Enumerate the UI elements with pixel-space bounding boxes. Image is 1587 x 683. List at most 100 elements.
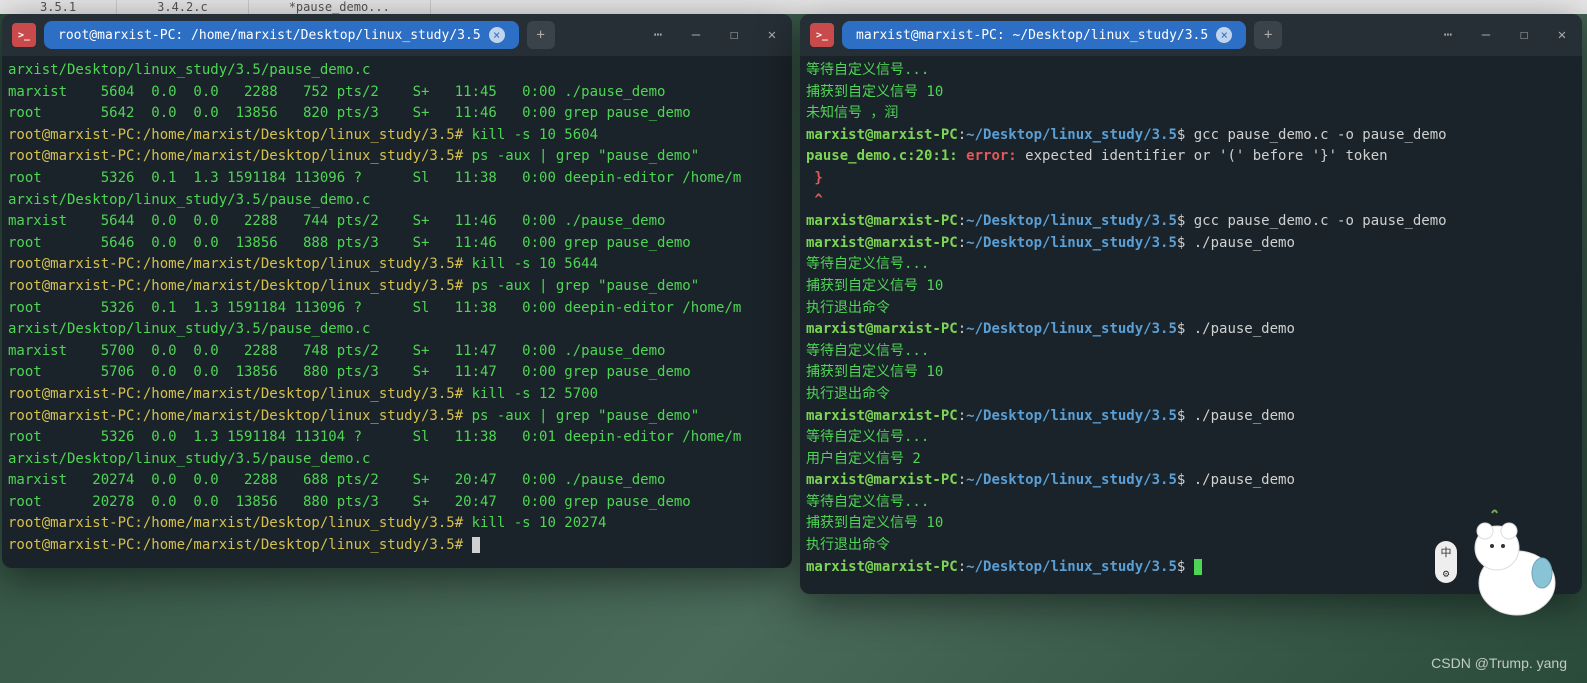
terminal-line: marxist 5644 0.0 0.0 2288 744 pts/2 S+ 1… bbox=[8, 211, 786, 233]
terminal-line: root@marxist-PC:/home/marxist/Desktop/li… bbox=[8, 125, 786, 147]
terminal-line: marxist@marxist-PC:~/Desktop/linux_study… bbox=[806, 557, 1576, 579]
watermark: CSDN @Trump. yang bbox=[1431, 655, 1567, 671]
terminal-line: 捕获到自定义信号 10 bbox=[806, 82, 1576, 104]
minimize-icon[interactable]: — bbox=[1476, 25, 1496, 45]
add-tab-button[interactable]: + bbox=[527, 21, 555, 49]
terminal-text: marxist@marxist-PC bbox=[806, 235, 958, 251]
terminal-text: expected identifier or '(' before '}' to… bbox=[1017, 148, 1388, 164]
terminal-line: 执行退出命令 bbox=[806, 535, 1576, 557]
ime-settings-icon: ⚙ bbox=[1443, 567, 1450, 580]
terminal-window-left: root@marxist-PC: /home/marxist/Desktop/l… bbox=[2, 14, 792, 568]
close-icon[interactable]: ✕ bbox=[762, 25, 782, 45]
terminal-line: 用户自定义信号 2 bbox=[806, 449, 1576, 471]
terminal-text: ^ bbox=[806, 192, 823, 208]
terminal-text: root 5326 0.1 1.3 1591184 113096 ? Sl 11… bbox=[8, 170, 741, 186]
terminal-text: pause_demo.c:20:1: bbox=[806, 148, 966, 164]
terminal-text: : bbox=[958, 321, 966, 337]
terminal-text: root@marxist-PC:/home/marxist/Desktop/li… bbox=[8, 256, 463, 272]
terminal-line: 等待自定义信号... bbox=[806, 427, 1576, 449]
terminal-text: kill -s 10 5604 bbox=[463, 127, 598, 143]
terminal-text: root 5706 0.0 0.0 13856 880 pts/3 S+ 11:… bbox=[8, 364, 691, 380]
terminal-text: $ gcc pause_demo.c -o pause_demo bbox=[1177, 213, 1447, 229]
terminal-line: 等待自定义信号... bbox=[806, 341, 1576, 363]
tab-label[interactable]: root@marxist-PC: /home/marxist/Desktop/l… bbox=[44, 21, 519, 49]
terminal-line: marxist@marxist-PC:~/Desktop/linux_study… bbox=[806, 470, 1576, 492]
terminal-line: 执行退出命令 bbox=[806, 298, 1576, 320]
terminal-line: root@marxist-PC:/home/marxist/Desktop/li… bbox=[8, 384, 786, 406]
terminal-text: : bbox=[958, 472, 966, 488]
tab-label[interactable]: marxist@marxist-PC: ~/Desktop/linux_stud… bbox=[842, 21, 1246, 49]
terminal-text: $ ./pause_demo bbox=[1177, 321, 1295, 337]
terminal-line: root 5646 0.0 0.0 13856 888 pts/3 S+ 11:… bbox=[8, 233, 786, 255]
terminal-text: error: bbox=[966, 148, 1017, 164]
terminal-line: marxist 5604 0.0 0.0 2288 752 pts/2 S+ 1… bbox=[8, 82, 786, 104]
bg-tab: 3.4.2.c bbox=[117, 0, 249, 14]
terminal-text: 捕获到自定义信号 10 bbox=[806, 515, 943, 531]
maximize-icon[interactable]: ☐ bbox=[724, 25, 744, 45]
terminal-line: root@marxist-PC:/home/marxist/Desktop/li… bbox=[8, 513, 786, 535]
terminal-text: $ ./pause_demo bbox=[1177, 235, 1295, 251]
terminal-line: 执行退出命令 bbox=[806, 384, 1576, 406]
terminal-text: 等待自定义信号... bbox=[806, 343, 929, 359]
terminal-body[interactable]: 等待自定义信号...捕获到自定义信号 10未知信号 ，润marxist@marx… bbox=[800, 56, 1582, 582]
terminal-text: arxist/Desktop/linux_study/3.5/pause_dem… bbox=[8, 192, 370, 208]
titlebar[interactable]: root@marxist-PC: /home/marxist/Desktop/l… bbox=[2, 14, 792, 56]
terminal-line: root@marxist-PC:/home/marxist/Desktop/li… bbox=[8, 146, 786, 168]
terminal-text: marxist 5700 0.0 0.0 2288 748 pts/2 S+ 1… bbox=[8, 343, 665, 359]
terminal-line: root@marxist-PC:/home/marxist/Desktop/li… bbox=[8, 406, 786, 428]
minimize-icon[interactable]: — bbox=[686, 25, 706, 45]
terminal-text: ps -aux | grep "pause_demo" bbox=[463, 408, 699, 424]
terminal-text: 执行退出命令 bbox=[806, 300, 890, 316]
terminal-text: marxist@marxist-PC bbox=[806, 559, 958, 575]
maximize-icon[interactable]: ☐ bbox=[1514, 25, 1534, 45]
close-tab-icon[interactable]: × bbox=[1216, 27, 1232, 43]
terminal-line: 捕获到自定义信号 10 bbox=[806, 362, 1576, 384]
terminal-text: $ ./pause_demo bbox=[1177, 408, 1295, 424]
menu-icon[interactable]: ⋯ bbox=[1438, 25, 1458, 45]
terminal-text: 执行退出命令 bbox=[806, 537, 890, 553]
terminal-line: root 5706 0.0 0.0 13856 880 pts/3 S+ 11:… bbox=[8, 362, 786, 384]
terminal-text: $ bbox=[1177, 559, 1194, 575]
terminal-text: $ ./pause_demo bbox=[1177, 472, 1295, 488]
terminal-text: marxist@marxist-PC bbox=[806, 472, 958, 488]
terminal-text: marxist@marxist-PC bbox=[806, 213, 958, 229]
window-controls: ⋯ — ☐ ✕ bbox=[648, 25, 782, 45]
terminal-line: 捕获到自定义信号 10 bbox=[806, 276, 1576, 298]
terminal-text: arxist/Desktop/linux_study/3.5/pause_dem… bbox=[8, 321, 370, 337]
terminal-text bbox=[463, 537, 471, 553]
terminal-text: ~/Desktop/linux_study/3.5 bbox=[966, 213, 1177, 229]
terminal-line: marxist@marxist-PC:~/Desktop/linux_study… bbox=[806, 406, 1576, 428]
terminal-text: 等待自定义信号... bbox=[806, 494, 929, 510]
close-tab-icon[interactable]: × bbox=[489, 27, 505, 43]
terminal-text: root@marxist-PC:/home/marxist/Desktop/li… bbox=[8, 537, 463, 553]
terminal-text: marxist 20274 0.0 0.0 2288 688 pts/2 S+ … bbox=[8, 472, 665, 488]
terminal-text: root@marxist-PC:/home/marxist/Desktop/li… bbox=[8, 127, 463, 143]
terminal-text: 捕获到自定义信号 10 bbox=[806, 278, 943, 294]
menu-icon[interactable]: ⋯ bbox=[648, 25, 668, 45]
terminal-icon bbox=[12, 23, 36, 47]
terminal-text: 用户自定义信号 2 bbox=[806, 451, 921, 467]
terminal-text: root 5326 0.0 1.3 1591184 113104 ? Sl 11… bbox=[8, 429, 741, 445]
terminal-icon bbox=[810, 23, 834, 47]
terminal-line: marxist@marxist-PC:~/Desktop/linux_study… bbox=[806, 211, 1576, 233]
ime-indicator[interactable]: 中 ⚙ bbox=[1435, 541, 1457, 583]
terminal-line: root 20278 0.0 0.0 13856 880 pts/3 S+ 20… bbox=[8, 492, 786, 514]
terminal-text: root@marxist-PC:/home/marxist/Desktop/li… bbox=[8, 278, 463, 294]
add-tab-button[interactable]: + bbox=[1254, 21, 1282, 49]
bg-tab: *pause_demo... bbox=[249, 0, 431, 14]
close-icon[interactable]: ✕ bbox=[1552, 25, 1572, 45]
terminal-line: 等待自定义信号... bbox=[806, 492, 1576, 514]
titlebar[interactable]: marxist@marxist-PC: ~/Desktop/linux_stud… bbox=[800, 14, 1582, 56]
terminal-line: root 5326 0.1 1.3 1591184 113096 ? Sl 11… bbox=[8, 168, 786, 190]
terminal-text: root@marxist-PC:/home/marxist/Desktop/li… bbox=[8, 408, 463, 424]
tab-title: root@marxist-PC: /home/marxist/Desktop/l… bbox=[58, 28, 481, 43]
terminal-text: ~/Desktop/linux_study/3.5 bbox=[966, 321, 1177, 337]
terminal-body[interactable]: arxist/Desktop/linux_study/3.5/pause_dem… bbox=[2, 56, 792, 561]
terminal-text: ~/Desktop/linux_study/3.5 bbox=[966, 559, 1177, 575]
terminal-text: : bbox=[958, 127, 966, 143]
terminal-text: root@marxist-PC:/home/marxist/Desktop/li… bbox=[8, 148, 463, 164]
terminal-line: pause_demo.c:20:1: error: expected ident… bbox=[806, 146, 1576, 168]
terminal-text: marxist 5644 0.0 0.0 2288 744 pts/2 S+ 1… bbox=[8, 213, 665, 229]
terminal-line: ^ bbox=[806, 190, 1576, 212]
terminal-text: kill -s 10 20274 bbox=[463, 515, 606, 531]
